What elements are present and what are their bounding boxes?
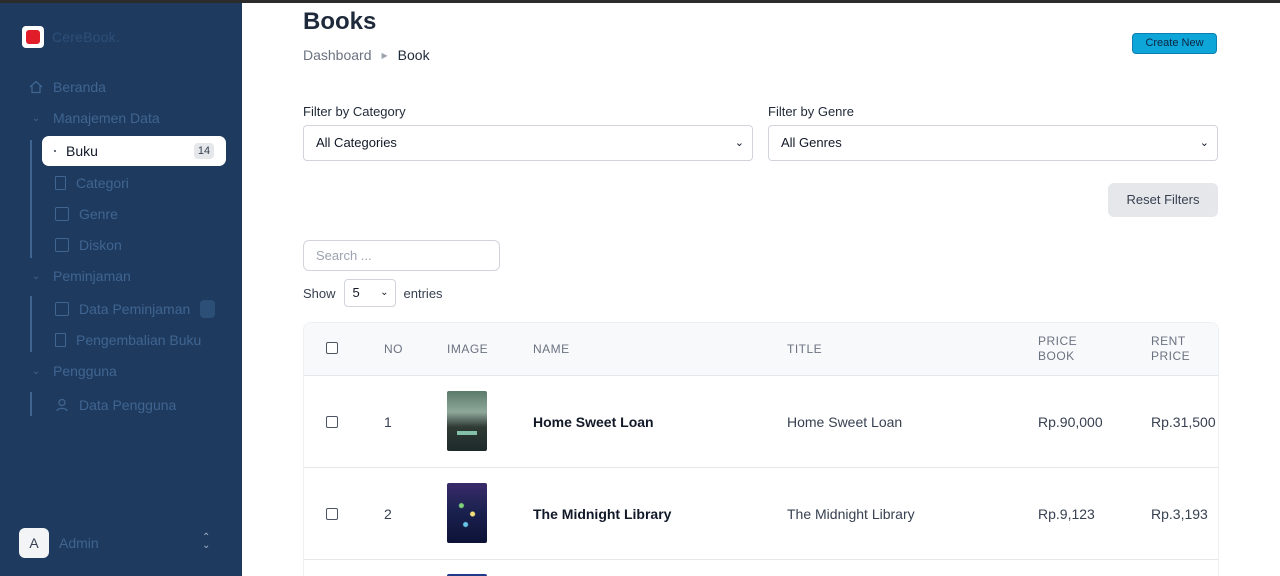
user-menu[interactable]: A Admin [19,528,99,558]
inbox-icon [55,302,69,316]
window-top-border [0,0,1280,3]
chevron-down-icon: ⌄ [31,112,41,124]
entries-control: Show 5 ⌄ entries [303,279,443,307]
avatar: A [19,528,49,558]
show-label: Show [303,285,336,301]
genre-select[interactable]: All Genres ⌄ [768,125,1218,161]
home-icon [29,80,43,94]
sidebar-group-peminjaman[interactable]: ⌄ Peminjaman [29,268,131,284]
sidebar-item-label: Data Pengguna [79,397,177,413]
column-header-no: NO [384,342,403,356]
chevron-down-icon: ⌄ [380,287,389,298]
brand[interactable]: CereBook. [22,26,120,48]
row-number: 2 [384,506,392,522]
sidebar-group-label: Peminjaman [53,268,131,284]
sidebar-group-manajemen[interactable]: ⌄ Manajemen Data [29,110,160,126]
table-row: 2 The Midnight Library The Midnight Libr… [304,468,1218,560]
rent-price: Rp.3,193 [1151,506,1208,522]
sidebar-item-pengembalian[interactable]: Pengembalian Buku [55,332,201,348]
book-name: Home Sweet Loan [533,414,654,430]
book-cover-image [447,391,487,451]
document-icon [55,176,66,190]
chevron-down-icon: ⌄ [31,365,41,377]
sidebar-group-label: Pengguna [53,363,117,379]
breadcrumb-dashboard[interactable]: Dashboard [303,47,372,63]
sidebar-group-label: Manajemen Data [53,110,160,126]
submenu-line [30,140,32,258]
genre-select-value: All Genres [781,135,842,150]
cerebook-logo-icon [22,26,44,48]
book-title: Home Sweet Loan [787,414,903,430]
books-table: NO IMAGE NAME TITLE PRICE BOOK RENT PRIC… [303,322,1219,576]
row-checkbox[interactable] [326,416,338,428]
category-select[interactable]: All Categories ⌄ [303,125,753,161]
sidebar-group-pengguna[interactable]: ⌄ Pengguna [29,363,117,379]
brand-name: CereBook. [52,29,120,45]
column-header-name: NAME [533,342,570,356]
sidebar-item-data-peminjaman[interactable]: Data Peminjaman [55,301,190,317]
user-icon [55,398,69,412]
chevron-down-icon: ⌄ [1199,137,1209,149]
sidebar-item-label: Buku [66,143,98,159]
row-checkbox[interactable] [326,508,338,520]
calendar-icon [55,238,69,252]
book-cover-image [447,483,487,543]
sidebar-item-label: Data Peminjaman [79,301,191,317]
sidebar-item-label: Diskon [79,237,122,253]
category-select-value: All Categories [316,135,397,150]
sidebar-item-label: Categori [76,175,129,191]
rent-price: Rp.31,500 [1151,414,1216,430]
submenu-line [30,296,32,352]
book-title: The Midnight Library [787,506,915,522]
calendar-icon [55,207,69,221]
entries-value: 5 [352,285,360,300]
sidebar-item-label: Pengembalian Buku [76,332,202,348]
row-number: 1 [384,414,392,430]
document-icon [55,333,66,347]
book-price: Rp.90,000 [1038,414,1103,430]
inbox-icon [54,150,56,152]
table-header: NO IMAGE NAME TITLE PRICE BOOK RENT PRIC… [304,323,1218,376]
breadcrumb-separator-icon: ▶ [381,50,388,60]
chevron-down-icon: ⌄ [734,137,744,149]
sidebar-item-label: Beranda [53,79,106,95]
genre-filter-label: Filter by Genre [768,104,854,119]
breadcrumb: Dashboard ▶ Book [303,47,430,63]
entries-select[interactable]: 5 ⌄ [343,279,396,307]
reset-filters-button[interactable]: Reset Filters [1108,183,1218,217]
sidebar-item-beranda[interactable]: Beranda [29,79,106,95]
count-badge: 14 [194,143,214,159]
sidebar-item-genre[interactable]: Genre [55,206,118,222]
submenu-line [30,392,32,416]
table-row: 1 Home Sweet Loan Home Sweet Loan Rp.90,… [304,376,1218,468]
entries-label: entries [403,285,443,301]
book-price: Rp.9,123 [1038,506,1095,522]
sidebar-item-categori[interactable]: Categori [55,175,129,191]
column-header-image: IMAGE [447,342,489,356]
sidebar-item-buku[interactable]: Buku 14 [42,136,226,166]
column-header-title: TITLE [787,342,823,356]
column-header-price-book: PRICE BOOK [1038,334,1078,363]
chevron-down-icon: ⌄ [31,270,41,282]
breadcrumb-current: Book [397,47,430,63]
page-title: Books [303,8,377,35]
count-badge [200,300,215,318]
column-header-rent-price: RENT PRICE [1151,334,1191,363]
create-new-button[interactable]: Create New [1132,33,1217,54]
search-input[interactable]: Search ... [303,240,500,271]
book-name: The Midnight Library [533,506,672,522]
sidebar-item-diskon[interactable]: Diskon [55,237,122,253]
chevron-up-down-icon[interactable]: ⌃ ⌄ [202,533,210,551]
sidebar-item-label: Genre [79,206,118,222]
sidebar-item-data-pengguna[interactable]: Data Pengguna [55,397,176,413]
select-all-checkbox[interactable] [326,342,338,354]
main-content: Books Dashboard ▶ Book Create New Filter… [242,0,1280,576]
sidebar: CereBook. Beranda ⌄ Manajemen Data Buku … [0,0,242,576]
user-name: Admin [59,535,99,551]
category-filter-label: Filter by Category [303,104,406,119]
